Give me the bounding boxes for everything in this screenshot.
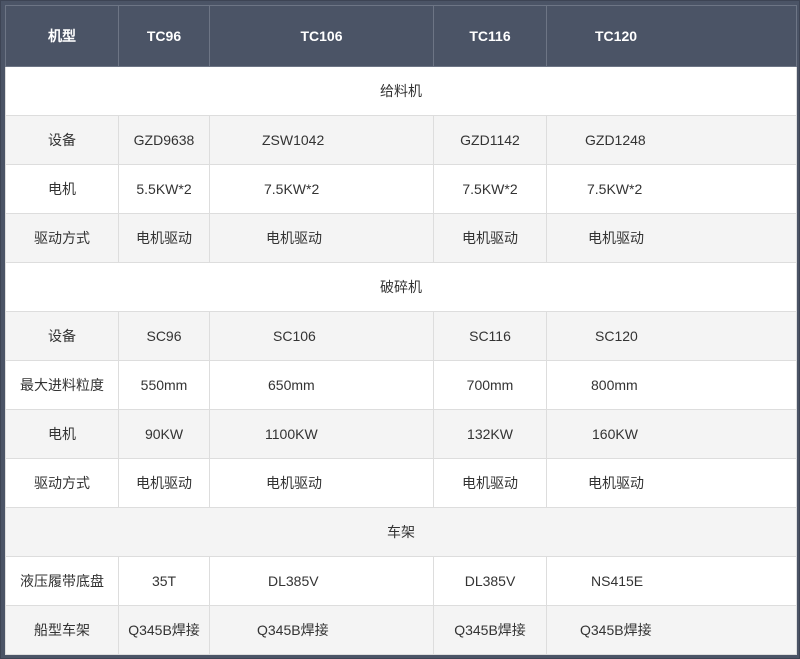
- table-cell: 7.5KW*2: [433, 164, 547, 214]
- header-cell-tc96: TC96: [118, 5, 210, 67]
- table-cell: 电机驱动: [546, 458, 797, 508]
- table-cell: 电机驱动: [209, 458, 434, 508]
- row-label: 船型车架: [5, 605, 119, 655]
- table-cell: SC120: [546, 311, 797, 361]
- table-cell: 700mm: [433, 360, 547, 410]
- table-row: 设备 GZD9638 ZSW1042 GZD1142 GZD1248: [5, 115, 797, 165]
- row-label: 电机: [5, 409, 119, 459]
- table-cell: 160KW: [546, 409, 797, 459]
- spec-table: 机型 TC96 TC106 TC116 TC120 给料机 设备 GZD9638…: [5, 5, 797, 655]
- table-cell: SC106: [209, 311, 434, 361]
- row-label: 驱动方式: [5, 213, 119, 263]
- table-cell: GZD1142: [433, 115, 547, 165]
- header-row: 机型 TC96 TC106 TC116 TC120: [5, 5, 797, 67]
- section-row-feeder: 给料机: [5, 66, 797, 116]
- table-cell: 电机驱动: [433, 458, 547, 508]
- table-cell: 650mm: [209, 360, 434, 410]
- table-row: 最大进料粒度 550mm 650mm 700mm 800mm: [5, 360, 797, 410]
- table-cell: SC96: [118, 311, 210, 361]
- table-cell: 800mm: [546, 360, 797, 410]
- table-cell: 7.5KW*2: [209, 164, 434, 214]
- table-body: 给料机 设备 GZD9638 ZSW1042 GZD1142 GZD1248 电…: [5, 66, 797, 655]
- header-cell-tc116: TC116: [433, 5, 547, 67]
- table-cell: 电机驱动: [433, 213, 547, 263]
- table-cell: NS415E: [546, 556, 797, 606]
- table-cell: 5.5KW*2: [118, 164, 210, 214]
- table-row: 驱动方式 电机驱动 电机驱动 电机驱动 电机驱动: [5, 213, 797, 263]
- table-cell: Q345B焊接: [546, 605, 797, 655]
- table-cell: 电机驱动: [546, 213, 797, 263]
- section-title-feeder: 给料机: [5, 66, 797, 116]
- row-label: 设备: [5, 115, 119, 165]
- header-cell-tc106: TC106: [209, 5, 434, 67]
- table-cell: 电机驱动: [209, 213, 434, 263]
- row-label: 驱动方式: [5, 458, 119, 508]
- table-row: 液压履带底盘 35T DL385V DL385V NS415E: [5, 556, 797, 606]
- section-title-crusher: 破碎机: [5, 262, 797, 312]
- table-cell: 1100KW: [209, 409, 434, 459]
- table-row: 电机 90KW 1100KW 132KW 160KW: [5, 409, 797, 459]
- table-cell: Q345B焊接: [118, 605, 210, 655]
- table-cell: 90KW: [118, 409, 210, 459]
- table-cell: Q345B焊接: [209, 605, 434, 655]
- row-label: 电机: [5, 164, 119, 214]
- row-label: 液压履带底盘: [5, 556, 119, 606]
- table-cell: 电机驱动: [118, 458, 210, 508]
- table-row: 设备 SC96 SC106 SC116 SC120: [5, 311, 797, 361]
- table-cell: SC116: [433, 311, 547, 361]
- table-cell: 35T: [118, 556, 210, 606]
- header-cell-model: 机型: [5, 5, 119, 67]
- table-frame: 机型 TC96 TC106 TC116 TC120 给料机 设备 GZD9638…: [0, 0, 800, 659]
- table-cell: DL385V: [433, 556, 547, 606]
- header-cell-tc120: TC120: [546, 5, 797, 67]
- table-cell: 550mm: [118, 360, 210, 410]
- table-cell: 电机驱动: [118, 213, 210, 263]
- table-row: 电机 5.5KW*2 7.5KW*2 7.5KW*2 7.5KW*2: [5, 164, 797, 214]
- table-header: 机型 TC96 TC106 TC116 TC120: [5, 5, 797, 67]
- table-cell: GZD9638: [118, 115, 210, 165]
- table-cell: 7.5KW*2: [546, 164, 797, 214]
- table-cell: ZSW1042: [209, 115, 434, 165]
- table-cell: GZD1248: [546, 115, 797, 165]
- table-cell: Q345B焊接: [433, 605, 547, 655]
- section-title-frame: 车架: [5, 507, 797, 557]
- table-row: 船型车架 Q345B焊接 Q345B焊接 Q345B焊接 Q345B焊接: [5, 605, 797, 655]
- table-cell: DL385V: [209, 556, 434, 606]
- section-row-crusher: 破碎机: [5, 262, 797, 312]
- row-label: 设备: [5, 311, 119, 361]
- row-label: 最大进料粒度: [5, 360, 119, 410]
- table-cell: 132KW: [433, 409, 547, 459]
- table-row: 驱动方式 电机驱动 电机驱动 电机驱动 电机驱动: [5, 458, 797, 508]
- section-row-frame: 车架: [5, 507, 797, 557]
